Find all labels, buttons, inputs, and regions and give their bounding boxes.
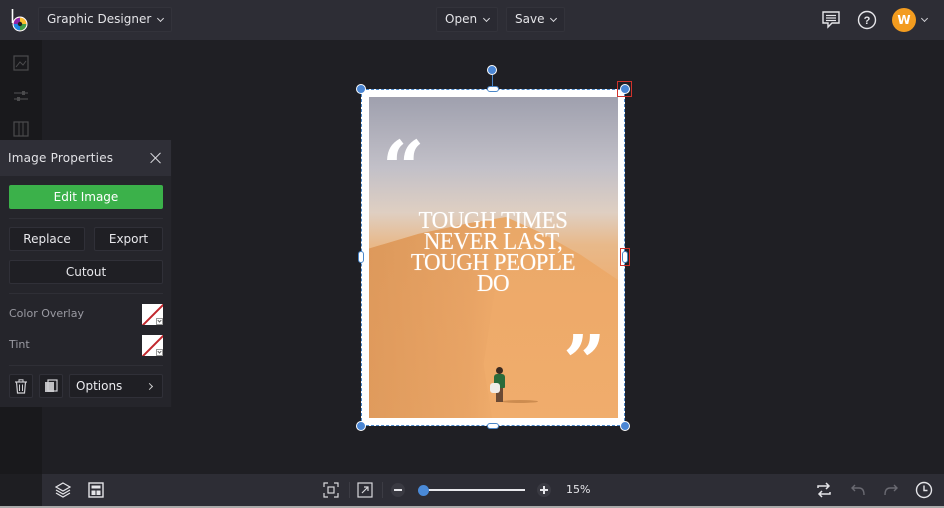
chevron-down-icon [156,318,163,325]
save-menu-button[interactable]: Save [506,7,566,32]
resize-handle-bottom-right[interactable] [620,421,630,431]
redo-icon[interactable] [883,482,899,498]
zoom-slider-track[interactable] [424,489,525,491]
resize-handle-top-left[interactable] [356,84,366,94]
sliders-icon[interactable] [13,88,29,104]
divider [349,482,350,498]
chevron-down-icon [156,349,163,356]
image-icon[interactable] [13,55,29,71]
actual-size-icon[interactable] [357,482,373,498]
replace-button[interactable]: Replace [9,227,85,251]
swap-icon[interactable] [816,482,832,498]
rotate-handle[interactable] [487,65,497,75]
divider [382,482,383,498]
minus-icon [394,489,402,491]
divider [9,293,163,294]
plus-icon-v [543,486,545,494]
duplicate-icon [45,379,58,392]
resize-handle-bottom[interactable] [487,423,499,429]
highlight-marker [617,81,632,97]
chevron-down-icon [550,14,558,22]
save-label: Save [515,12,545,26]
divider [9,218,163,219]
trash-icon [15,378,27,394]
selection-box [361,89,625,426]
zoom-slider-thumb[interactable] [418,485,429,496]
help-icon[interactable]: ? [857,10,877,30]
top-bar: Graphic Designer Open Save ? W [0,0,944,40]
chevron-down-icon[interactable] [920,14,929,23]
close-icon[interactable] [149,151,163,165]
history-icon[interactable] [915,481,933,499]
mode-label: Graphic Designer [47,12,152,26]
duplicate-button[interactable] [39,374,63,398]
panel-title: Image Properties [8,151,114,165]
layers-icon[interactable] [55,482,71,498]
chevron-down-icon [483,14,491,22]
zoom-percentage: 15% [566,483,591,496]
chevron-down-icon [157,14,165,22]
fit-to-screen-icon[interactable] [323,482,339,498]
edit-image-button[interactable]: Edit Image [9,185,163,209]
undo-icon[interactable] [850,482,866,498]
layout-icon[interactable] [13,121,29,137]
svg-text:?: ? [864,15,871,27]
zoom-in-button[interactable] [537,483,551,497]
options-button[interactable]: Options [69,374,163,398]
mode-dropdown[interactable]: Graphic Designer [38,7,173,32]
user-avatar[interactable]: W [892,8,916,32]
image-properties-panel: Image Properties Edit Image Replace Expo… [0,140,172,407]
options-label: Options [76,379,123,393]
panel-header: Image Properties [0,140,171,176]
tint-swatch[interactable] [142,335,163,356]
divider [9,365,163,366]
export-button[interactable]: Export [94,227,163,251]
open-menu-button[interactable]: Open [436,7,499,32]
comments-icon[interactable] [821,10,841,29]
zoom-out-button[interactable] [391,483,405,497]
app-logo-icon[interactable] [9,7,33,33]
highlight-marker [620,248,630,266]
resize-handle-top[interactable] [487,86,499,92]
chevron-right-icon [145,382,154,391]
cutout-button[interactable]: Cutout [9,260,163,284]
resize-handle-left[interactable] [358,251,364,263]
color-overlay-swatch[interactable] [142,304,163,325]
template-layout-icon[interactable] [88,482,104,498]
tint-label: Tint [9,338,30,351]
open-label: Open [445,12,478,26]
color-overlay-label: Color Overlay [9,307,84,320]
resize-handle-bottom-left[interactable] [356,421,366,431]
delete-button[interactable] [9,374,33,398]
